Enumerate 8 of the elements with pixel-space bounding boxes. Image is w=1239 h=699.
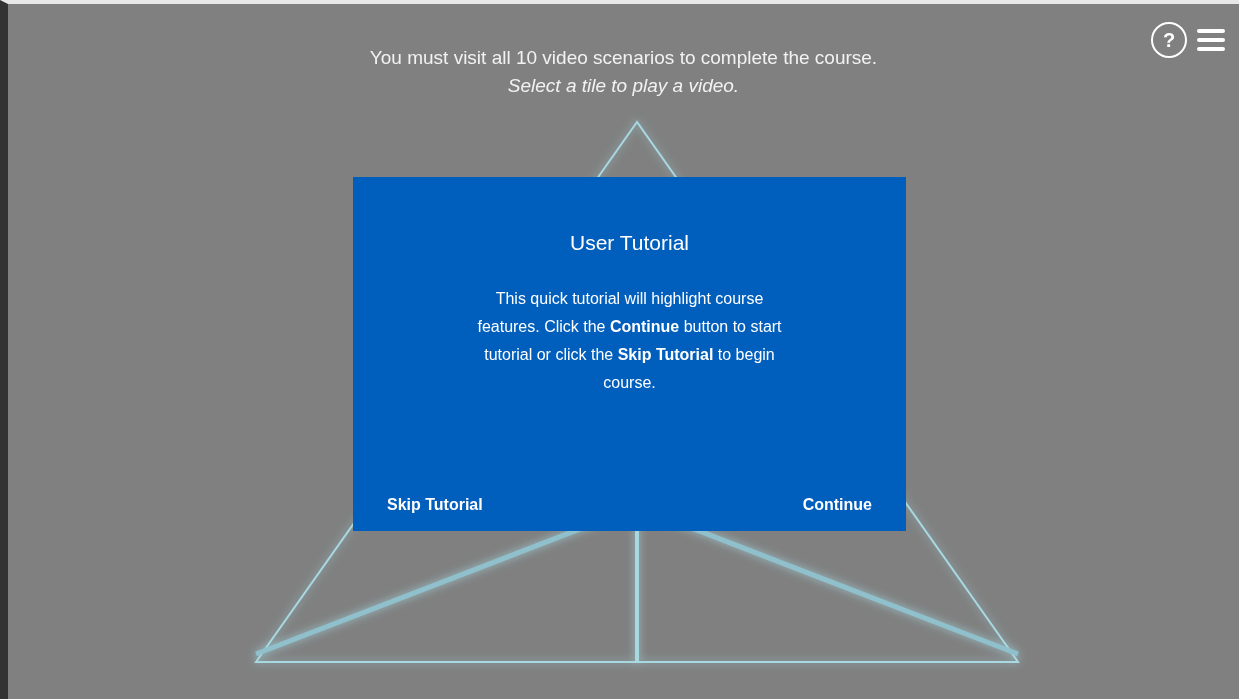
dialog-title: User Tutorial xyxy=(569,230,689,256)
menu-icon[interactable] xyxy=(1197,28,1225,52)
instruction-text: You must visit all 10 video scenarios to complete the course. xyxy=(369,46,878,70)
help-button[interactable]: ? xyxy=(1151,22,1187,58)
hint-text: Select a tile to play a video. xyxy=(507,74,740,98)
dialog-button[interactable]: Skip Tutorial xyxy=(377,489,493,521)
dialog-button[interactable]: Continue xyxy=(792,489,882,521)
dialog-message: This quick tutorial will highlight course features. Click the Continue button to start tutorial or click the Skip Tutorial to begin course. xyxy=(477,288,782,393)
